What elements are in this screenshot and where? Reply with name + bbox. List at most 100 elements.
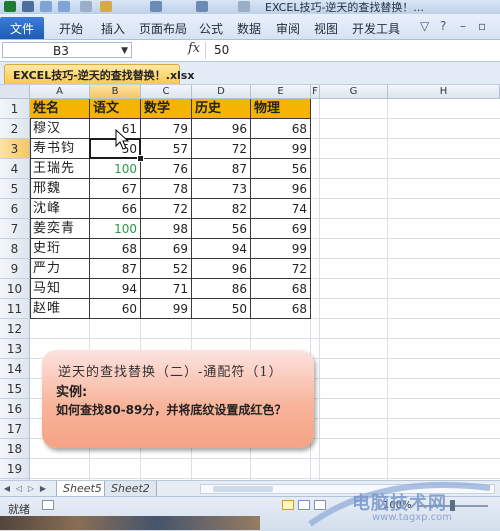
student-name-cell[interactable]: 寿书钧 xyxy=(30,139,90,159)
score-cell[interactable]: 94 xyxy=(90,279,141,299)
excel-app-icon[interactable] xyxy=(4,1,16,12)
score-cell[interactable]: 56 xyxy=(251,159,311,179)
normal-view-icon[interactable] xyxy=(282,500,294,510)
student-name-cell[interactable]: 沈峰 xyxy=(30,199,90,219)
header-cell[interactable]: 历史 xyxy=(192,99,251,119)
header-cell[interactable]: 数学 xyxy=(141,99,192,119)
score-cell[interactable]: 96 xyxy=(192,119,251,139)
score-cell[interactable]: 99 xyxy=(251,139,311,159)
score-cell[interactable]: 71 xyxy=(141,279,192,299)
score-cell[interactable]: 69 xyxy=(141,239,192,259)
row-header-7[interactable]: 7 xyxy=(0,219,30,239)
score-cell[interactable]: 66 xyxy=(90,199,141,219)
score-cell[interactable]: 78 xyxy=(141,179,192,199)
score-cell[interactable]: 72 xyxy=(251,259,311,279)
save-icon[interactable] xyxy=(22,1,34,12)
tab-home[interactable]: 开始 xyxy=(59,18,83,38)
format-painter-icon[interactable] xyxy=(100,1,112,12)
score-cell[interactable]: 68 xyxy=(90,239,141,259)
score-cell[interactable]: 72 xyxy=(141,199,192,219)
row-header-18[interactable]: 18 xyxy=(0,439,30,459)
score-cell[interactable]: 96 xyxy=(192,259,251,279)
row-header-3[interactable]: 3 xyxy=(0,139,30,159)
student-name-cell[interactable]: 史珩 xyxy=(30,239,90,259)
sum-icon[interactable] xyxy=(196,1,208,12)
score-cell[interactable]: 100 xyxy=(90,219,141,239)
workbook-tab[interactable]: EXCEL技巧-逆天的查找替换！.xlsx xyxy=(4,64,194,84)
column-header-c[interactable]: C xyxy=(141,85,192,99)
first-sheet-icon[interactable]: ◀ xyxy=(2,483,12,494)
row-header-15[interactable]: 15 xyxy=(0,379,30,399)
score-cell[interactable]: 68 xyxy=(251,119,311,139)
tab-developer[interactable]: 开发工具 xyxy=(352,18,400,38)
chevron-down-icon[interactable]: ▼ xyxy=(121,43,128,59)
next-sheet-icon[interactable]: ▷ xyxy=(26,483,36,494)
score-cell[interactable]: 100 xyxy=(90,159,141,179)
score-cell[interactable]: 99 xyxy=(141,299,192,319)
student-name-cell[interactable]: 姜奕青 xyxy=(30,219,90,239)
row-header-17[interactable]: 17 xyxy=(0,419,30,439)
row-header-10[interactable]: 10 xyxy=(0,279,30,299)
row-header-14[interactable]: 14 xyxy=(0,359,30,379)
score-cell[interactable]: 72 xyxy=(192,139,251,159)
score-cell[interactable]: 98 xyxy=(141,219,192,239)
student-name-cell[interactable]: 马知 xyxy=(30,279,90,299)
name-box[interactable]: B3 ▼ xyxy=(2,42,132,58)
student-name-cell[interactable]: 王瑞先 xyxy=(30,159,90,179)
row-header-19[interactable]: 19 xyxy=(0,459,30,479)
tab-view[interactable]: 视图 xyxy=(314,18,338,38)
score-cell[interactable]: 87 xyxy=(192,159,251,179)
fill-handle[interactable] xyxy=(137,155,144,162)
tab-page-layout[interactable]: 页面布局 xyxy=(139,18,187,38)
row-header-6[interactable]: 6 xyxy=(0,199,30,219)
row-header-4[interactable]: 4 xyxy=(0,159,30,179)
score-cell[interactable]: 99 xyxy=(251,239,311,259)
help-icon[interactable]: ? xyxy=(440,19,446,33)
select-all-corner[interactable] xyxy=(0,85,30,99)
column-header-h[interactable]: H xyxy=(388,85,500,99)
minimize-ribbon-icon[interactable]: ▽ xyxy=(420,19,429,33)
minimize-window-icon[interactable]: – xyxy=(460,19,466,33)
header-cell[interactable]: 语文 xyxy=(90,99,141,119)
column-header-e[interactable]: E xyxy=(251,85,311,99)
score-cell[interactable]: 57 xyxy=(141,139,192,159)
column-header-d[interactable]: D xyxy=(192,85,251,99)
score-cell[interactable]: 82 xyxy=(192,199,251,219)
row-header-2[interactable]: 2 xyxy=(0,119,30,139)
header-cell[interactable]: 物理 xyxy=(251,99,311,119)
score-cell[interactable]: 86 xyxy=(192,279,251,299)
score-cell[interactable]: 94 xyxy=(192,239,251,259)
tab-review[interactable]: 审阅 xyxy=(276,18,300,38)
column-header-b[interactable]: B xyxy=(90,85,141,99)
undo-icon[interactable] xyxy=(40,1,52,12)
header-cell[interactable]: 姓名 xyxy=(30,99,90,119)
row-header-8[interactable]: 8 xyxy=(0,239,30,259)
score-cell[interactable]: 69 xyxy=(251,219,311,239)
tab-formulas[interactable]: 公式 xyxy=(199,18,223,38)
score-cell[interactable]: 52 xyxy=(141,259,192,279)
tab-insert[interactable]: 插入 xyxy=(101,18,125,38)
score-cell[interactable]: 79 xyxy=(141,119,192,139)
score-cell[interactable]: 67 xyxy=(90,179,141,199)
prev-sheet-icon[interactable]: ◁ xyxy=(14,483,24,494)
row-header-1[interactable]: 1 xyxy=(0,99,30,119)
score-cell[interactable]: 60 xyxy=(90,299,141,319)
scrollbar-thumb[interactable] xyxy=(213,486,273,492)
column-header-f[interactable]: F xyxy=(311,85,320,99)
score-cell[interactable]: 73 xyxy=(192,179,251,199)
restore-window-icon[interactable]: ▫ xyxy=(478,19,486,33)
sheet-tab-sheet2[interactable]: Sheet2 xyxy=(104,481,157,497)
score-cell[interactable]: 96 xyxy=(251,179,311,199)
student-name-cell[interactable]: 穆汉 xyxy=(30,119,90,139)
page-layout-view-icon[interactable] xyxy=(298,500,310,510)
formula-input[interactable]: 50 xyxy=(214,43,229,57)
row-header-12[interactable]: 12 xyxy=(0,319,30,339)
row-header-13[interactable]: 13 xyxy=(0,339,30,359)
redo-icon[interactable] xyxy=(58,1,70,12)
customize-toolbar-icon[interactable] xyxy=(238,1,250,12)
zoom-slider-thumb[interactable] xyxy=(450,500,455,511)
student-name-cell[interactable]: 严力 xyxy=(30,259,90,279)
row-header-11[interactable]: 11 xyxy=(0,299,30,319)
sheet-tab-sheet5[interactable]: Sheet5 xyxy=(56,481,109,497)
student-name-cell[interactable]: 赵唯 xyxy=(30,299,90,319)
